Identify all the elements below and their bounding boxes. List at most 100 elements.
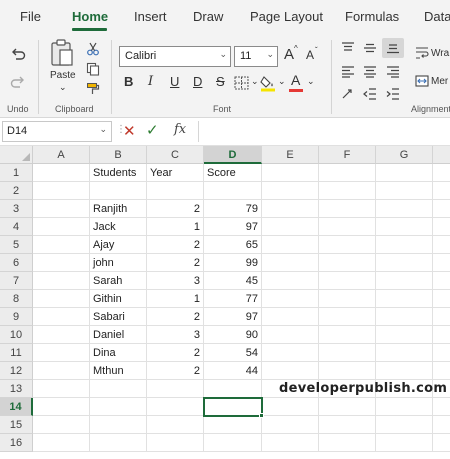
grid-cell[interactable] xyxy=(33,308,90,326)
borders-icon[interactable] xyxy=(234,76,250,90)
grid-cell[interactable] xyxy=(90,182,147,200)
row-header-10[interactable]: 10 xyxy=(0,326,33,344)
column-header-g[interactable]: G xyxy=(376,146,433,164)
grid-cell[interactable] xyxy=(262,200,319,218)
paste-button-label[interactable]: Paste xyxy=(50,70,76,81)
score-cell[interactable]: 97 xyxy=(204,218,262,236)
row-header-1[interactable]: 1 xyxy=(0,164,33,182)
grid-cell[interactable] xyxy=(433,344,450,362)
grid-cell[interactable] xyxy=(33,434,90,452)
bold-button[interactable]: B xyxy=(124,74,133,89)
grid-cell[interactable] xyxy=(319,434,376,452)
align-left-icon[interactable] xyxy=(341,66,355,78)
grid-cell[interactable] xyxy=(33,200,90,218)
tab-data[interactable]: Data xyxy=(424,9,450,24)
underline-button[interactable]: U xyxy=(170,74,179,89)
year-cell[interactable]: 2 xyxy=(147,308,204,326)
tab-page-layout[interactable]: Page Layout xyxy=(250,9,323,24)
grid-cell[interactable] xyxy=(376,236,433,254)
grid-cell[interactable] xyxy=(90,434,147,452)
grid-cell[interactable] xyxy=(262,308,319,326)
tab-file[interactable]: File xyxy=(20,9,41,24)
chevron-down-icon[interactable]: ⌄ xyxy=(307,76,315,87)
redo-icon[interactable] xyxy=(10,74,26,90)
grid-cell[interactable] xyxy=(376,164,433,182)
year-cell[interactable]: 2 xyxy=(147,344,204,362)
grid-cell[interactable] xyxy=(433,200,450,218)
header-cell-students[interactable]: Students xyxy=(90,164,147,182)
grid-cell[interactable] xyxy=(433,290,450,308)
row-header-15[interactable]: 15 xyxy=(0,416,33,434)
grid-cell[interactable] xyxy=(319,218,376,236)
grid-cell[interactable] xyxy=(433,434,450,452)
merge-center-button[interactable]: Mer xyxy=(431,76,448,87)
grid-cell[interactable] xyxy=(319,416,376,434)
grid-cell[interactable] xyxy=(147,398,204,416)
grid-cell[interactable] xyxy=(376,398,433,416)
row-header-5[interactable]: 5 xyxy=(0,236,33,254)
italic-button[interactable]: I xyxy=(148,74,153,89)
grid-cell[interactable] xyxy=(33,416,90,434)
grid-cell[interactable] xyxy=(433,218,450,236)
row-header-2[interactable]: 2 xyxy=(0,182,33,200)
grid-cell[interactable] xyxy=(147,380,204,398)
year-cell[interactable]: 2 xyxy=(147,200,204,218)
grid-cell[interactable] xyxy=(376,362,433,380)
grid-cell[interactable] xyxy=(262,344,319,362)
grid-cell[interactable] xyxy=(262,218,319,236)
grid-cell[interactable] xyxy=(376,434,433,452)
column-header-d[interactable]: D xyxy=(204,146,262,164)
grid-cell[interactable] xyxy=(376,344,433,362)
active-cell-outline[interactable] xyxy=(203,397,263,417)
row-header-12[interactable]: 12 xyxy=(0,362,33,380)
student-cell[interactable]: Ranjith xyxy=(90,200,147,218)
tab-insert[interactable]: Insert xyxy=(134,9,167,24)
grid-cell[interactable] xyxy=(33,290,90,308)
year-cell[interactable]: 1 xyxy=(147,290,204,308)
grid-cell[interactable] xyxy=(376,326,433,344)
student-cell[interactable]: Sarah xyxy=(90,272,147,290)
row-header-14[interactable]: 14 xyxy=(0,398,33,416)
grid-cell[interactable] xyxy=(319,236,376,254)
column-header-f[interactable]: F xyxy=(319,146,376,164)
score-cell[interactable]: 54 xyxy=(204,344,262,362)
grid-cell[interactable] xyxy=(33,380,90,398)
grid-cell[interactable] xyxy=(33,254,90,272)
merge-center-icon[interactable] xyxy=(415,74,429,88)
score-cell[interactable]: 99 xyxy=(204,254,262,272)
grid-cell[interactable] xyxy=(204,434,262,452)
grid-cell[interactable] xyxy=(433,236,450,254)
orientation-icon[interactable] xyxy=(341,88,355,100)
score-cell[interactable]: 44 xyxy=(204,362,262,380)
grid-cell[interactable] xyxy=(147,416,204,434)
column-header-h[interactable] xyxy=(433,146,450,164)
grid-cell[interactable] xyxy=(262,326,319,344)
grid-cell[interactable] xyxy=(319,200,376,218)
fill-color-icon[interactable] xyxy=(260,74,276,92)
year-cell[interactable]: 3 xyxy=(147,272,204,290)
grid-cell[interactable] xyxy=(433,182,450,200)
top-align-icon[interactable] xyxy=(341,42,355,54)
grid-cell[interactable] xyxy=(319,272,376,290)
year-cell[interactable]: 2 xyxy=(147,236,204,254)
row-header-16[interactable]: 16 xyxy=(0,434,33,452)
grid-cell[interactable] xyxy=(147,182,204,200)
grid-cell[interactable] xyxy=(90,416,147,434)
grow-font-button[interactable]: A xyxy=(284,46,294,63)
score-cell[interactable]: 45 xyxy=(204,272,262,290)
column-header-c[interactable]: C xyxy=(147,146,204,164)
row-header-7[interactable]: 7 xyxy=(0,272,33,290)
grid-cell[interactable] xyxy=(376,308,433,326)
grid-cell[interactable] xyxy=(319,164,376,182)
grid-cell[interactable] xyxy=(319,254,376,272)
grid-cell[interactable] xyxy=(262,398,319,416)
grid-cell[interactable] xyxy=(433,272,450,290)
row-header-4[interactable]: 4 xyxy=(0,218,33,236)
header-cell-score[interactable]: Score xyxy=(204,164,262,182)
grid-cell[interactable] xyxy=(433,164,450,182)
grid-cell[interactable] xyxy=(376,290,433,308)
format-painter-icon[interactable] xyxy=(86,82,100,96)
grid-cell[interactable] xyxy=(262,236,319,254)
score-cell[interactable]: 97 xyxy=(204,308,262,326)
grid-cell[interactable] xyxy=(33,398,90,416)
